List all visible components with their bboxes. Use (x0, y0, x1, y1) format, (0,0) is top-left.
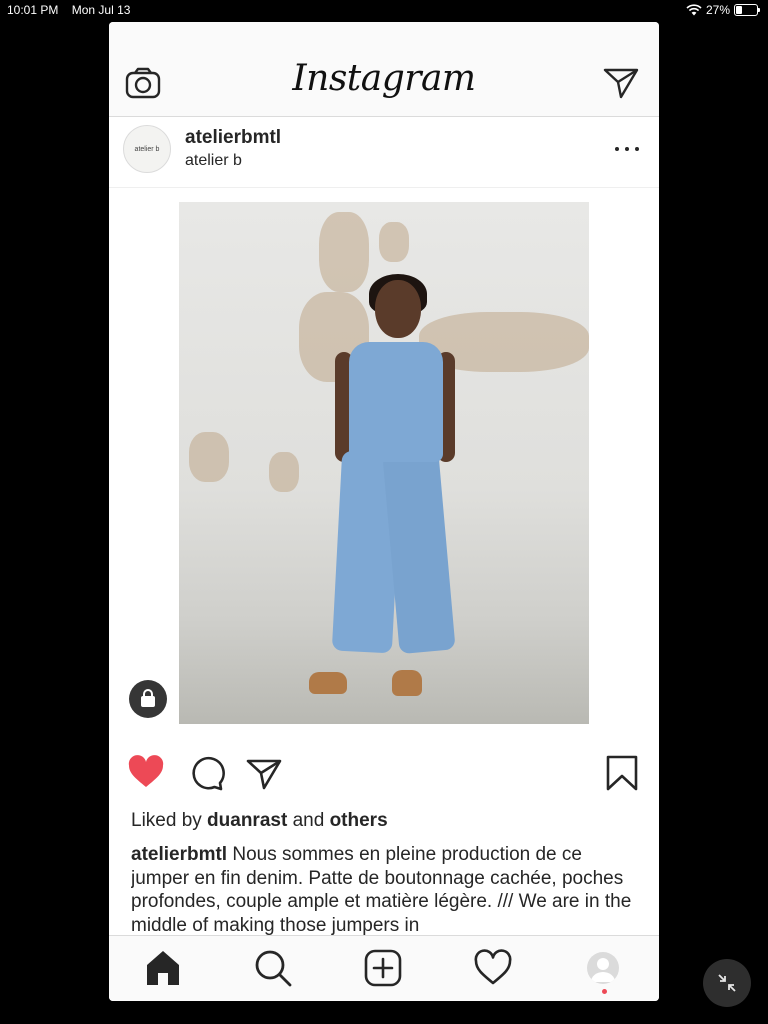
comment-icon[interactable] (187, 754, 225, 792)
battery-icon (734, 4, 760, 16)
post-actions (109, 752, 659, 796)
activity-heart-icon[interactable] (473, 948, 513, 988)
caption-username[interactable]: atelierbmtl (131, 844, 227, 865)
status-date: Mon Jul 13 (71, 3, 131, 17)
notification-dot (602, 989, 607, 994)
status-bar: 10:01 PM Mon Jul 13 27% (0, 0, 768, 20)
status-time: 10:01 PM (7, 3, 59, 17)
post-username[interactable]: atelierbmtl (185, 127, 281, 149)
wifi-icon (686, 4, 702, 16)
likes-summary: Liked by duanrast and others (131, 810, 388, 831)
share-icon[interactable] (245, 754, 283, 792)
avatar[interactable]: atelier b (123, 125, 171, 173)
post-caption: atelierbmtl Nous sommes en pleine produc… (131, 843, 643, 935)
instagram-logo: Instagram (292, 58, 476, 99)
liked-by-user[interactable]: duanrast (207, 810, 287, 831)
add-post-icon[interactable] (363, 948, 403, 988)
more-options-icon[interactable] (615, 139, 639, 159)
collapse-arrows-icon[interactable] (703, 959, 751, 1007)
bookmark-icon[interactable] (603, 754, 641, 792)
heart-icon[interactable] (127, 754, 165, 792)
profile-icon[interactable] (583, 948, 623, 988)
shopping-bag-icon[interactable] (129, 680, 167, 718)
instagram-app: Instagram atelier b atelierbmtl atelier … (109, 22, 659, 1001)
post-photo[interactable] (179, 202, 589, 724)
post-location[interactable]: atelier b (185, 152, 242, 170)
home-icon[interactable] (143, 948, 183, 988)
liked-by-others[interactable]: others (330, 810, 388, 831)
top-bar: Instagram (109, 22, 659, 117)
avatar-text: atelier b (134, 145, 160, 153)
battery-percent: 27% (705, 3, 730, 17)
post-header: atelier b atelierbmtl atelier b (109, 117, 659, 188)
direct-message-icon[interactable] (603, 66, 639, 100)
search-icon[interactable] (253, 948, 293, 988)
bottom-tab-bar (109, 935, 659, 1001)
